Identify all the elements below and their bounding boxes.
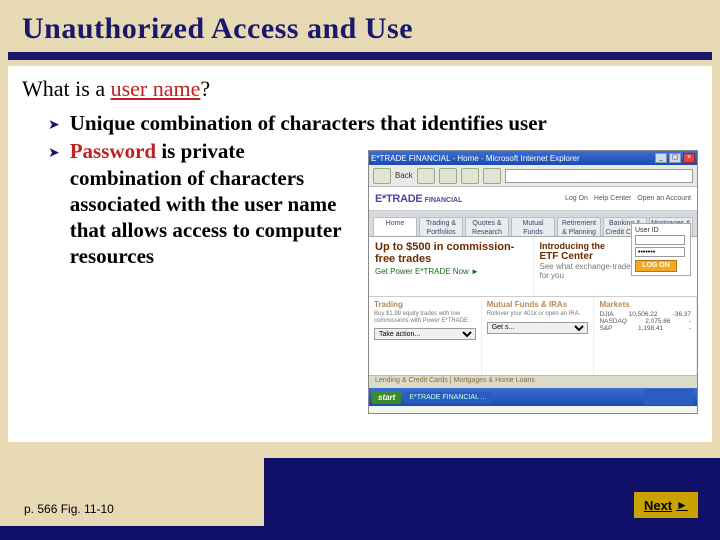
header-links: Log On Help Center Open an Account [565,195,691,202]
close-icon: × [683,153,695,163]
promo-left-headline: Up to $500 in commission-free trades [375,241,527,265]
next-button[interactable]: Next ► [634,492,698,518]
question-suffix: ? [200,76,210,101]
bullet-text: Unique combination of characters that id… [70,110,547,136]
login-panel: User ID LOG ON [631,223,691,276]
chevron-right-icon: ➤ [48,116,60,134]
home-icon [483,168,501,184]
tab-funds: Mutual Funds [511,217,555,236]
taskbar-item: E*TRADE FINANCIAL ... [404,392,491,403]
slide-title: Unauthorized Access and Use [0,0,720,52]
username-field [635,235,685,245]
refresh-icon [461,168,479,184]
market-row: DJIA10,506.22-36.37 [599,311,691,318]
tab-home: Home [373,217,417,236]
tab-trading: Trading & Portfolios [419,217,463,236]
start-button: start [372,391,401,404]
stop-icon [439,168,457,184]
back-icon [373,168,391,184]
market-row: S&P1,198.41- [599,325,691,332]
market-row: NASDAQ2,075.66- [599,318,691,325]
question-highlight: user name [111,76,201,101]
col-text: Buy $1.99 equity trades with low commiss… [374,311,476,324]
system-tray [644,389,694,405]
site-header: E*TRADE FINANCIAL Log On Help Center Ope… [369,187,697,211]
forward-icon [417,168,435,184]
password-field [635,247,685,257]
windows-taskbar: start E*TRADE FINANCIAL ... [369,388,697,406]
embedded-screenshot: E*TRADE FINANCIAL - Home - Microsoft Int… [368,150,698,414]
title-underline [8,52,712,56]
tab-retirement: Retirement & Planning [557,217,601,236]
arrow-right-icon: ► [676,498,688,512]
promo-left-cta: Get Power E*TRADE Now ► [375,267,527,276]
link-help: Help Center [594,195,631,202]
col-heading-trading: Trading [374,300,476,309]
bullet-highlight: Password [70,139,156,163]
browser-toolbar: Back [369,165,697,187]
lower-columns: Trading Buy $1.99 equity trades with low… [369,297,697,375]
chevron-right-icon: ➤ [48,144,60,162]
login-title: User ID [635,227,687,234]
col-heading-markets: Markets [599,300,691,309]
question-text: What is a user name? [22,76,698,102]
list-item: ➤ Unique combination of characters that … [48,110,698,136]
link-open-account: Open an Account [637,195,691,202]
col-heading-funds: Mutual Funds & IRAs [487,300,589,309]
col-text: Rollover your 401k or open an IRA. [487,311,589,318]
site-logo: E*TRADE [375,193,422,205]
footer-bar-left [0,526,264,540]
question-prefix: What is a [22,76,111,101]
figure-reference: p. 566 Fig. 11-10 [24,502,114,516]
col-select-funds: Get s... [487,322,589,334]
minimize-icon: _ [655,153,667,163]
link-logon: Log On [565,195,588,202]
window-title: E*TRADE FINANCIAL - Home - Microsoft Int… [371,154,580,163]
back-label: Back [395,171,413,180]
tab-quotes: Quotes & Research [465,217,509,236]
logon-button: LOG ON [635,260,677,272]
bullet-text: Password is private combination of chara… [70,138,350,269]
site-logo-sub: FINANCIAL [425,197,463,204]
slide-body: What is a user name? ➤ Unique combinatio… [8,66,712,442]
next-label: Next [644,498,672,513]
address-bar [505,169,693,183]
maximize-icon: ▢ [669,153,681,163]
window-titlebar: E*TRADE FINANCIAL - Home - Microsoft Int… [369,151,697,165]
col-select-trading: Take action... [374,328,476,340]
lower-strip: Lending & Credit Cards | Mortgages & Hom… [369,375,697,388]
title-underline-thin [8,58,712,60]
